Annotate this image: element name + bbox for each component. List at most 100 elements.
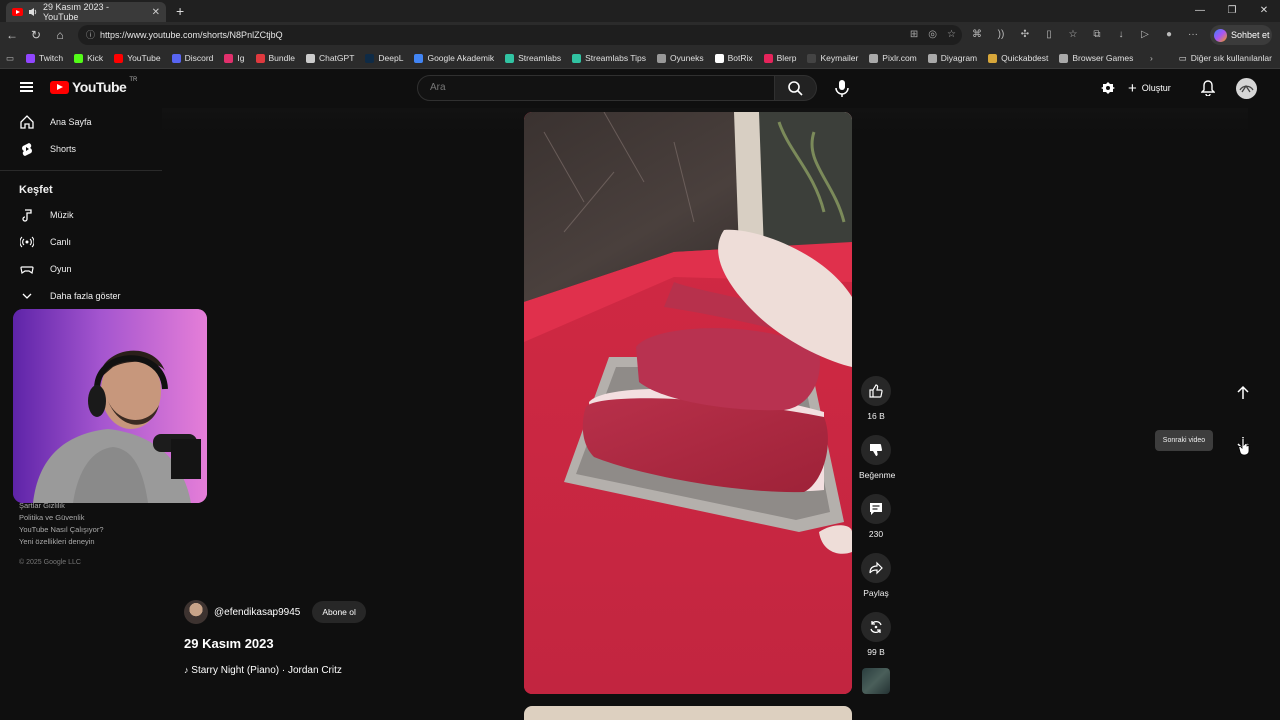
sidebar-item-show-more[interactable]: Daha fazla göster [0,282,162,309]
other-bookmarks[interactable]: ▭ Diğer sık kullanılanlar [1179,48,1272,69]
bookmark-item[interactable]: Quickabdest [988,53,1048,63]
bookmark-label: BotRix [727,53,753,63]
bookmark-item[interactable]: Streamlabs [505,53,561,63]
reload-icon[interactable]: ↻ [24,28,48,42]
bookmark-item[interactable]: Twitch [26,53,63,63]
bookmark-label: Discord [184,53,214,63]
copilot-chat-button[interactable]: Sohbet et [1210,25,1272,45]
bookmark-item[interactable]: Bundle [255,53,295,63]
sidebar-item-music[interactable]: Müzik [0,201,162,228]
like-action: 16 B [859,376,893,421]
notifications-bell-icon[interactable] [1201,80,1215,96]
maximize-icon[interactable]: ❐ [1216,0,1248,22]
comments-button[interactable] [861,494,891,524]
gamepad-icon[interactable]: ⌘ [970,26,984,44]
sidebar-item-label: Ana Sayfa [50,116,92,127]
bookmark-item[interactable]: Discord [171,53,214,63]
bookmarks-more-icon[interactable]: › [1150,48,1153,69]
browser-tab[interactable]: 29 Kasım 2023 - YouTube ✕ [6,2,166,22]
read-aloud-icon[interactable]: )) [994,26,1008,44]
sidebar-toggle-icon[interactable]: ▭ [6,53,14,64]
create-button[interactable]: + Oluştur [1128,78,1171,98]
music-link[interactable]: ♪ Starry Night (Piano) · Jordan Critz [184,665,342,676]
subscribe-button[interactable]: Abone ol [312,601,366,623]
bookmark-item[interactable]: ChatGPT [305,53,354,63]
bookmark-favicon-icon [114,53,124,63]
dislike-button[interactable] [861,435,891,465]
bookmark-item[interactable]: Google Akademik [414,53,494,63]
sidebar-item-shorts[interactable]: Shorts [0,135,162,162]
profile-icon[interactable]: ● [1162,26,1176,44]
bookmark-item[interactable]: Pixlr.com [869,53,917,63]
bookmark-favicon-icon [657,53,667,63]
previous-video-icon[interactable] [1234,384,1252,402]
bookmark-item[interactable]: BotRix [714,53,753,63]
channel-avatar[interactable] [184,600,208,624]
avatar-icon [1239,84,1254,93]
extensions-icon[interactable]: ✣ [1018,26,1032,44]
bookmark-item[interactable]: Streamlabs Tips [572,53,646,63]
bookmark-item[interactable]: Diyagram [927,53,977,63]
bookmark-item[interactable]: Blerp [763,53,796,63]
bookmark-favicon-icon [74,53,84,63]
site-info-icon[interactable]: ⓘ [86,25,95,45]
share-button[interactable] [861,553,891,583]
bookmark-favicon-icon [572,53,582,63]
short-video-player[interactable] [524,112,852,694]
favorite-star-icon[interactable]: ☆ [947,25,956,45]
dislike-label: Beğenme [859,470,896,480]
bookmark-item[interactable]: Oyuneks [657,53,704,63]
chat-button-label: Sohbet et [1231,30,1270,40]
bookmark-label: Oyuneks [670,53,704,63]
sidebar-item-gaming[interactable]: Oyun [0,255,162,282]
bookmark-item[interactable]: Kick [74,53,103,63]
install-app-icon[interactable]: ⊞ [910,25,918,45]
bookmark-item[interactable]: Keymailer [807,53,858,63]
home-browser-icon[interactable]: ⌂ [48,28,72,42]
tracking-icon[interactable]: ◎ [928,25,937,45]
like-count: 16 B [867,411,885,421]
bookmark-favicon-icon [927,53,937,63]
sidebar-item-live[interactable]: Canlı [0,228,162,255]
bookmark-item[interactable]: Browser Games [1059,53,1133,63]
youtube-favicon-icon [12,8,23,16]
sidebar-item-home[interactable]: Ana Sayfa [0,108,162,135]
studio-icon[interactable] [1101,81,1115,95]
downloads-icon[interactable]: ↓ [1114,26,1128,44]
more-options-icon[interactable]: ··· [1186,26,1200,44]
channel-name[interactable]: @efendikasap9945 [214,607,300,618]
split-screen-icon[interactable]: ▯ [1042,26,1056,44]
bookmark-item[interactable]: YouTube [114,53,161,63]
bookmark-item[interactable]: Ig [224,53,245,63]
next-short-preview[interactable] [524,706,852,720]
back-icon[interactable]: ← [0,28,24,42]
search-input[interactable]: Ara [417,75,775,101]
new-tab-icon[interactable]: + [176,3,184,19]
footer-link[interactable]: YouTube Nasıl Çalışıyor? [19,524,104,536]
remix-button[interactable] [861,612,891,642]
url-field[interactable]: ⓘ https://www.youtube.com/shorts/N8PnlZC… [78,25,962,45]
favorites-icon[interactable]: ☆ [1066,26,1080,44]
footer-link[interactable]: Yeni özellikleri deneyin [19,536,104,548]
sound-thumbnail[interactable] [862,668,890,694]
collections-icon[interactable]: ⧉ [1090,26,1104,44]
like-button[interactable] [861,376,891,406]
footer-link[interactable]: Politika ve Güvenlik [19,512,104,524]
music-note-small-icon: ♪ [184,665,189,675]
search-icon [788,81,803,96]
speaker-icon[interactable] [28,7,38,17]
bookmark-label: Browser Games [1072,53,1134,63]
tab-close-icon[interactable]: ✕ [152,7,160,18]
minimize-icon[interactable]: — [1184,0,1216,22]
user-avatar[interactable] [1236,78,1257,99]
bookmark-label: Google Akademik [427,53,495,63]
bookmark-label: Quickabdest [1001,53,1049,63]
share-browser-icon[interactable]: ▷ [1138,26,1152,44]
youtube-logo[interactable]: YouTube TR [50,77,137,95]
search-button[interactable] [775,75,817,101]
bookmark-favicon-icon [255,53,265,63]
window-close-icon[interactable]: ✕ [1248,0,1280,22]
menu-icon[interactable] [20,82,33,92]
bookmark-item[interactable]: DeepL [365,53,403,63]
microphone-icon[interactable] [833,78,851,98]
